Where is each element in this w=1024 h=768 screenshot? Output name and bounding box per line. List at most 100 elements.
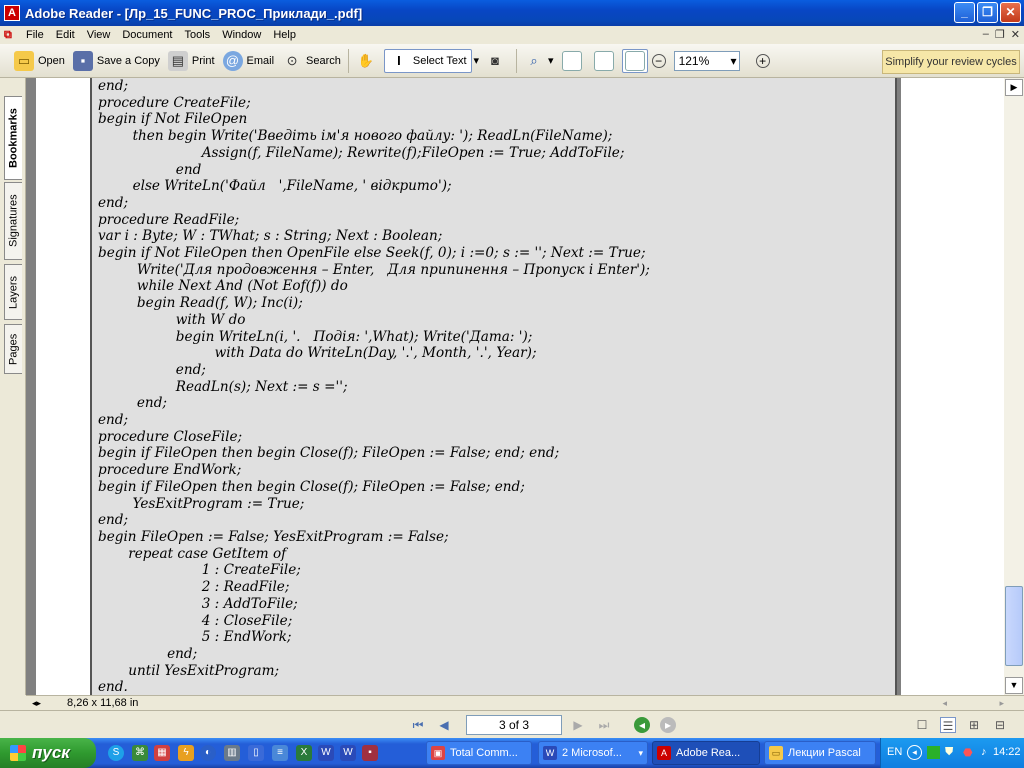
app-icon[interactable]: ▦ — [154, 745, 170, 761]
windows-logo-icon — [10, 745, 26, 761]
menu-help[interactable]: Help — [267, 29, 302, 41]
zoom-out-button[interactable]: − — [648, 48, 674, 74]
lightning-icon[interactable]: ϟ — [178, 745, 194, 761]
network-icon[interactable]: ⌘ — [132, 745, 148, 761]
clock: 14:22 — [993, 746, 1021, 758]
skype-icon[interactable]: S — [108, 745, 124, 761]
language-indicator[interactable]: EN — [887, 746, 902, 758]
last-page-icon[interactable]: ⏭ — [596, 717, 612, 733]
page-navigation-bar: ⏮ ◀ 3 of 3 ▶ ⏭ ◂ ▸ ☐ ☰ ⊞ ⊟ — [0, 710, 1024, 738]
previous-page-icon[interactable]: ◀ — [436, 717, 452, 733]
code-line: begin if Not FileOpen then OpenFile else… — [98, 245, 646, 262]
menu-tools[interactable]: Tools — [179, 29, 217, 41]
code-line: end; — [98, 194, 129, 211]
open-button[interactable]: ▭ Open — [10, 48, 69, 74]
scroll-up-icon[interactable]: ▶ — [1005, 79, 1023, 96]
code-line: repeat case GetItem of — [98, 545, 287, 562]
menu-edit[interactable]: Edit — [50, 29, 81, 41]
snapshot-button[interactable]: ◙ — [481, 48, 513, 74]
select-text-button[interactable]: I Select Text — [383, 48, 472, 73]
first-page-icon[interactable]: ⏮ — [410, 717, 426, 733]
compass-icon[interactable]: ◐ — [200, 745, 216, 761]
code-line: procedure CloseFile; — [98, 428, 243, 445]
code-line: begin FileOpen := False; YesExitProgram … — [98, 528, 449, 545]
hand-tool-button[interactable]: ✋ — [352, 48, 384, 74]
back-view-icon[interactable]: ◂ — [634, 717, 650, 733]
total-commander-icon: ▣ — [431, 746, 445, 760]
next-page-icon[interactable]: ▶ — [570, 717, 586, 733]
doc-close-button[interactable]: ✕ — [1011, 28, 1020, 41]
task-pascal-lectures[interactable]: ▭ Лекции Pascal — [764, 741, 876, 765]
single-page-layout-icon[interactable]: ☐ — [914, 717, 930, 733]
continuous-layout-icon[interactable]: ☰ — [940, 717, 956, 733]
save-copy-button[interactable]: ▪ Save a Copy — [69, 48, 164, 74]
menu-document[interactable]: Document — [116, 29, 178, 41]
tab-bookmarks[interactable]: Bookmarks — [4, 96, 22, 180]
tab-signatures[interactable]: Signatures — [4, 182, 22, 260]
forward-view-icon[interactable]: ▸ — [660, 717, 676, 733]
menu-bar: ⧉ File Edit View Document Tools Window H… — [0, 26, 1024, 44]
continuous-facing-layout-icon[interactable]: ⊟ — [992, 717, 1008, 733]
scrollbar-thumb[interactable] — [1005, 586, 1023, 666]
vertical-scrollbar[interactable]: ▶ ▼ — [1004, 78, 1024, 695]
search-button[interactable]: ⊙ Search — [278, 48, 345, 74]
page-fit-icon — [593, 50, 614, 71]
page-number-input[interactable]: 3 of 3 — [466, 715, 562, 735]
tray-collapse-icon[interactable]: ◂ — [907, 745, 922, 760]
fit-page-button[interactable] — [590, 48, 622, 74]
notepad-icon[interactable]: ≡ — [272, 745, 288, 761]
menu-view[interactable]: View — [81, 29, 117, 41]
start-button[interactable]: пуск — [0, 738, 96, 768]
zoom-input[interactable]: 121% ▾ — [673, 50, 740, 71]
calculator-icon[interactable]: ▥ — [224, 745, 240, 761]
expand-icon[interactable]: ◂▸ — [32, 698, 41, 709]
code-line: Write('Для продовження – Enter, Для прип… — [98, 261, 650, 278]
code-line: with W do — [98, 311, 246, 328]
zoom-in-button[interactable]: + — [752, 48, 778, 74]
close-button[interactable]: ✕ — [1000, 2, 1021, 23]
toolbar-separator — [347, 48, 349, 73]
document-icon[interactable]: ▯ — [248, 745, 264, 761]
navigation-pane: Bookmarks Signatures Layers Pages — [0, 78, 26, 695]
print-button[interactable]: ▤ Print — [164, 48, 219, 74]
actual-size-button[interactable] — [558, 48, 590, 74]
menu-window[interactable]: Window — [216, 29, 267, 41]
document-window-controls: – ❐ ✕ — [983, 28, 1020, 41]
hand-icon: ✋ — [357, 52, 374, 68]
antivirus-icon[interactable]: ⬣ — [963, 746, 973, 759]
email-button[interactable]: @ Email — [219, 48, 279, 74]
doc-minimize-button[interactable]: – — [983, 28, 989, 41]
horizontal-scrollbar[interactable]: ◂ ▸ — [942, 698, 1004, 709]
plus-circle-icon: + — [755, 53, 770, 68]
folder-open-icon: ▭ — [14, 50, 34, 71]
select-dropdown-button[interactable]: ▾ — [472, 48, 482, 74]
menu-file[interactable]: File — [20, 29, 50, 41]
volume-icon[interactable]: ♪ — [981, 746, 987, 758]
code-line: with Data do WriteLn(Day, '.', Month, '.… — [98, 345, 537, 362]
network-status-icon[interactable] — [927, 746, 940, 759]
code-line: end; — [98, 412, 129, 429]
tab-layers[interactable]: Layers — [4, 264, 22, 320]
facing-layout-icon[interactable]: ⊞ — [966, 717, 982, 733]
scroll-down-icon[interactable]: ▼ — [1005, 677, 1023, 694]
excel-icon[interactable]: X — [296, 745, 312, 761]
code-line: until YesExitProgram; — [98, 662, 280, 679]
word-icon[interactable]: W — [318, 745, 334, 761]
word-icon: W — [543, 746, 557, 760]
printer-icon: ▤ — [167, 50, 188, 71]
zoom-tool-button[interactable]: ⌕ ▾ — [520, 48, 558, 74]
word-icon[interactable]: W — [340, 745, 356, 761]
task-microsoft-word[interactable]: W 2 Microsof... ▾ — [538, 741, 648, 765]
task-total-commander[interactable]: ▣ Total Comm... — [426, 741, 532, 765]
chevron-down-icon[interactable]: ▾ — [731, 54, 737, 68]
promo-banner[interactable]: Simplify your review cycles — [882, 50, 1020, 74]
fit-width-button[interactable] — [621, 48, 648, 73]
minimize-button[interactable]: _ — [954, 2, 975, 23]
security-shield-icon[interactable]: ⛊ — [945, 746, 953, 759]
doc-restore-button[interactable]: ❐ — [995, 28, 1005, 41]
status-bar: ◂▸ 8,26 x 11,68 in ◂ ▸ — [26, 695, 1024, 710]
save-icon[interactable]: ▪ — [362, 745, 378, 761]
tab-pages[interactable]: Pages — [4, 324, 22, 374]
task-adobe-reader[interactable]: A Adobe Rea... — [652, 741, 760, 765]
maximize-button[interactable]: ❐ — [977, 2, 998, 23]
